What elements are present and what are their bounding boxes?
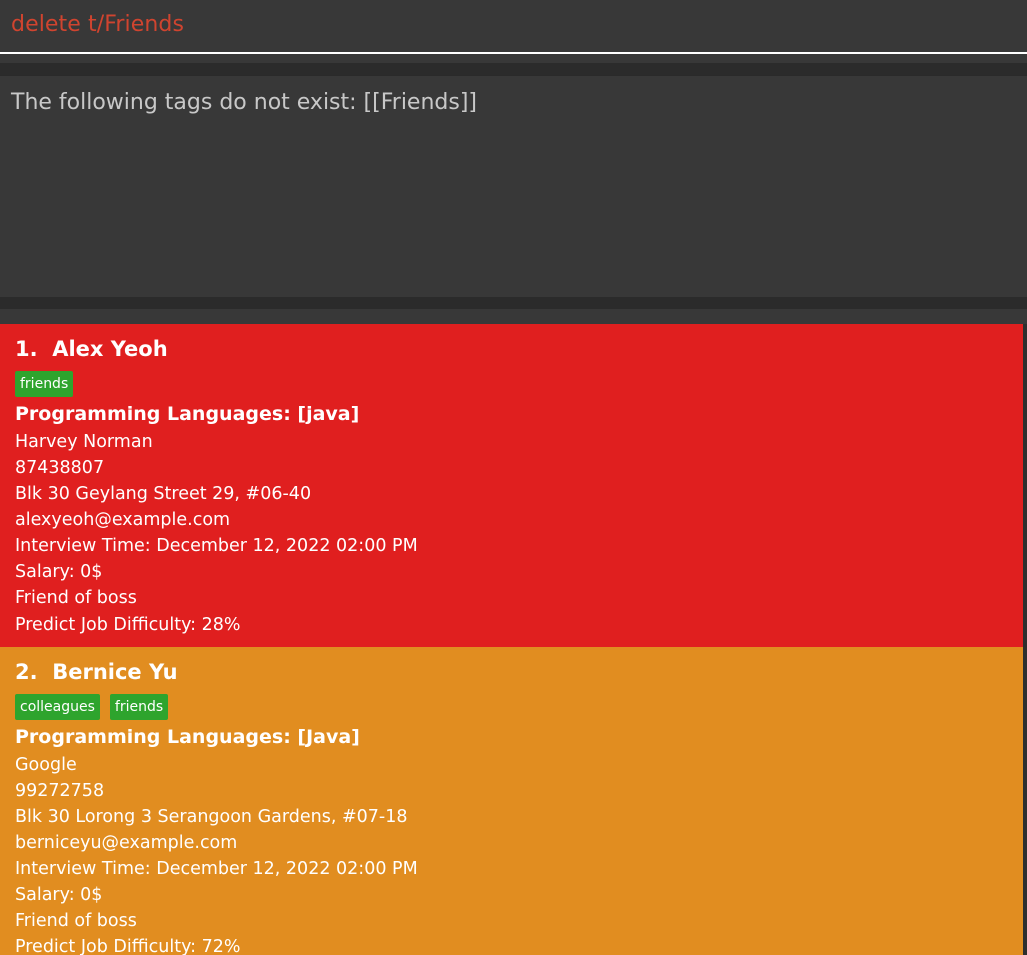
tag-list: friends (15, 371, 74, 397)
tag: friends (15, 371, 74, 397)
salary: Salary: 0$ (15, 885, 103, 905)
result-display: The following tags do not exist: [[Frien… (0, 75, 1027, 298)
remark: Friend of boss (15, 911, 137, 931)
tag: friends (109, 694, 169, 720)
company: Harvey Norman (15, 432, 153, 452)
command-box[interactable]: delete t/Friends (0, 0, 1027, 54)
email: alexyeoh@example.com (15, 510, 231, 530)
person-card[interactable]: 2. Bernice Yu colleagues friends Program… (0, 647, 1023, 955)
person-name: Alex Yeoh (52, 337, 168, 361)
command-input[interactable]: delete t/Friends (11, 12, 184, 37)
tag: colleagues (15, 694, 100, 720)
person-index: 1. (15, 337, 38, 361)
address: Blk 30 Lorong 3 Serangoon Gardens, #07-1… (15, 807, 408, 827)
person-header: 1. Alex Yeoh (15, 337, 168, 361)
interview-time: Interview Time: December 12, 2022 02:00 … (15, 536, 418, 556)
programming-languages: Programming Languages: [java] (15, 403, 360, 425)
salary: Salary: 0$ (15, 562, 103, 582)
programming-languages: Programming Languages: [Java] (15, 726, 360, 748)
phone: 87438807 (15, 458, 105, 478)
interview-time: Interview Time: December 12, 2022 02:00 … (15, 859, 418, 879)
divider (0, 297, 1027, 309)
job-difficulty: Predict Job Difficulty: 28% (15, 615, 241, 635)
person-name: Bernice Yu (52, 660, 178, 684)
remark: Friend of boss (15, 588, 137, 608)
job-difficulty: Predict Job Difficulty: 72% (15, 937, 241, 955)
address: Blk 30 Geylang Street 29, #06-40 (15, 484, 312, 504)
person-card[interactable]: 1. Alex Yeoh friends Programming Languag… (0, 324, 1023, 647)
scrollbar[interactable] (1023, 324, 1027, 955)
company: Google (15, 755, 77, 775)
phone: 99272758 (15, 781, 105, 801)
person-header: 2. Bernice Yu (15, 660, 178, 684)
person-index: 2. (15, 660, 38, 684)
tag-list: colleagues friends (15, 694, 169, 720)
divider (0, 63, 1027, 75)
person-list[interactable]: 1. Alex Yeoh friends Programming Languag… (0, 324, 1027, 955)
result-message: The following tags do not exist: [[Frien… (11, 90, 477, 115)
email: berniceyu@example.com (15, 833, 238, 853)
